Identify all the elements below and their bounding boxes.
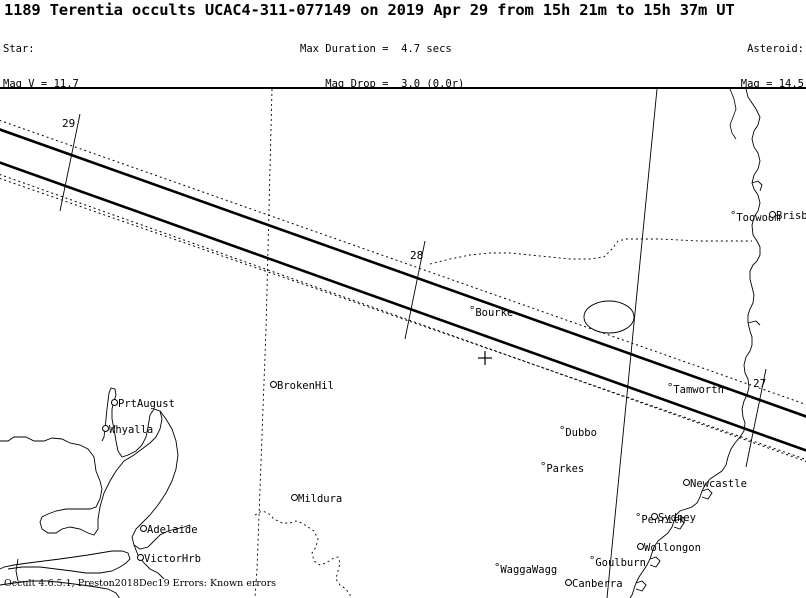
state-border-sa-nsw xyxy=(254,89,273,598)
place-label-dubbo: °Dubbo xyxy=(559,426,597,439)
place-label-tamworth: °Tamworth xyxy=(667,383,724,396)
path-error-limit-south xyxy=(0,174,806,462)
place-label-victorharbor: VictorHrb xyxy=(137,554,201,565)
place-label-canberra: Canberra xyxy=(565,579,623,590)
city-marker-circle xyxy=(651,513,658,520)
path-time-label-29: 29 xyxy=(62,117,76,130)
city-marker-circle xyxy=(140,525,147,532)
place-name-text: BrokenHil xyxy=(277,380,334,392)
place-name-text: Parkes xyxy=(546,463,585,475)
path-error-limit-north xyxy=(0,119,806,406)
asteroid-heading: Asteroid: xyxy=(747,43,804,56)
place-label-goulburn: °Goulburn xyxy=(589,556,646,569)
place-label-whyalla: Whyalla xyxy=(102,425,153,436)
place-label-adelaide: Adelaide xyxy=(140,525,198,536)
place-name-text: Mildura xyxy=(298,493,343,505)
city-marker-circle xyxy=(270,381,277,388)
place-name-text: Adelaide xyxy=(147,524,198,536)
place-name-text: Newcastle xyxy=(690,478,747,490)
place-name-text: Brisbane xyxy=(776,210,806,222)
place-label-mildura: Mildura xyxy=(291,494,342,505)
city-marker-circle xyxy=(137,554,144,561)
max-duration: Max Duration = 4.7 secs xyxy=(300,43,452,56)
place-name-text: VictorHrb xyxy=(144,553,201,565)
place-name-text: Dubbo xyxy=(565,427,597,439)
path-edge-north xyxy=(0,128,806,418)
place-label-sydney: Sydney xyxy=(651,513,696,524)
place-name-text: Goulburn xyxy=(595,557,646,569)
city-marker-circle xyxy=(102,425,109,432)
coastline-south-australia xyxy=(0,387,191,598)
place-name-text: Tamworth xyxy=(673,384,724,396)
place-label-bourke: °Bourke xyxy=(469,306,513,319)
place-label-brokenhill: BrokenHil xyxy=(270,381,334,392)
city-marker-circle xyxy=(683,479,690,486)
place-name-text: WaggaWagg xyxy=(500,564,558,576)
place-label-brisbane: Brisbane xyxy=(769,211,806,222)
page-title: 1189 Terentia occults UCAC4-311-077149 o… xyxy=(4,1,735,19)
city-marker-circle xyxy=(637,543,644,550)
place-name-text: Canberra xyxy=(572,578,623,590)
path-time-label-28: 28 xyxy=(410,249,424,262)
place-label-portaugusta: PrtAugust xyxy=(111,399,175,410)
path-error-limit-mid-north xyxy=(0,177,806,461)
software-credit: Occult 4.6.5.1, Preston2018Dec19 Errors:… xyxy=(4,578,277,589)
star-heading: Star: xyxy=(3,43,35,56)
state-border-nsw-qld xyxy=(429,238,752,265)
city-marker-circle xyxy=(111,399,118,406)
city-marker-circle xyxy=(769,211,776,218)
occultation-prediction-page: 1189 Terentia occults UCAC4-311-077149 o… xyxy=(0,0,806,598)
centre-crosshair-marker xyxy=(478,351,492,365)
lake-outline xyxy=(583,300,635,334)
place-name-text: Bourke xyxy=(475,307,514,319)
place-name-text: Wollongon xyxy=(644,542,701,554)
map-canvas[interactable]: 29 28 27 °ToowoomBrisbane°BourkeBrokenHi… xyxy=(0,89,806,598)
place-name-text: Sydney xyxy=(658,512,696,524)
inland-feature-lines xyxy=(729,89,737,140)
city-marker-circle xyxy=(291,494,298,501)
city-marker-circle xyxy=(565,579,572,586)
header-panel: 1189 Terentia occults UCAC4-311-077149 o… xyxy=(0,0,806,229)
place-label-newcastle: Newcastle xyxy=(683,479,747,490)
place-name-text: PrtAugust xyxy=(118,398,175,410)
place-label-wollongong: Wollongon xyxy=(637,543,701,554)
place-label-parkes: °Parkes xyxy=(540,462,584,475)
place-label-waggawagga: °WaggaWagg xyxy=(494,563,557,576)
path-time-label-27: 27 xyxy=(753,377,767,390)
place-name-text: Whyalla xyxy=(109,424,154,436)
